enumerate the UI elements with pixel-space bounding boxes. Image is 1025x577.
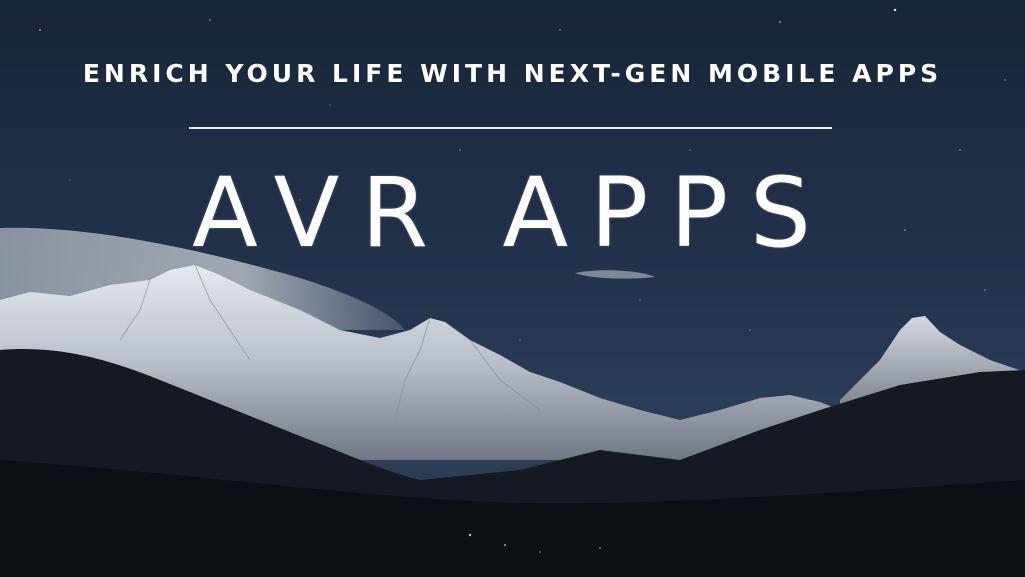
tagline: ENRICH YOUR LIFE WITH NEXT-GEN MOBILE AP… <box>82 59 943 88</box>
divider-line <box>189 127 832 129</box>
hero-banner: ENRICH YOUR LIFE WITH NEXT-GEN MOBILE AP… <box>0 0 1025 577</box>
brand-title: AVR APPS <box>192 157 833 269</box>
